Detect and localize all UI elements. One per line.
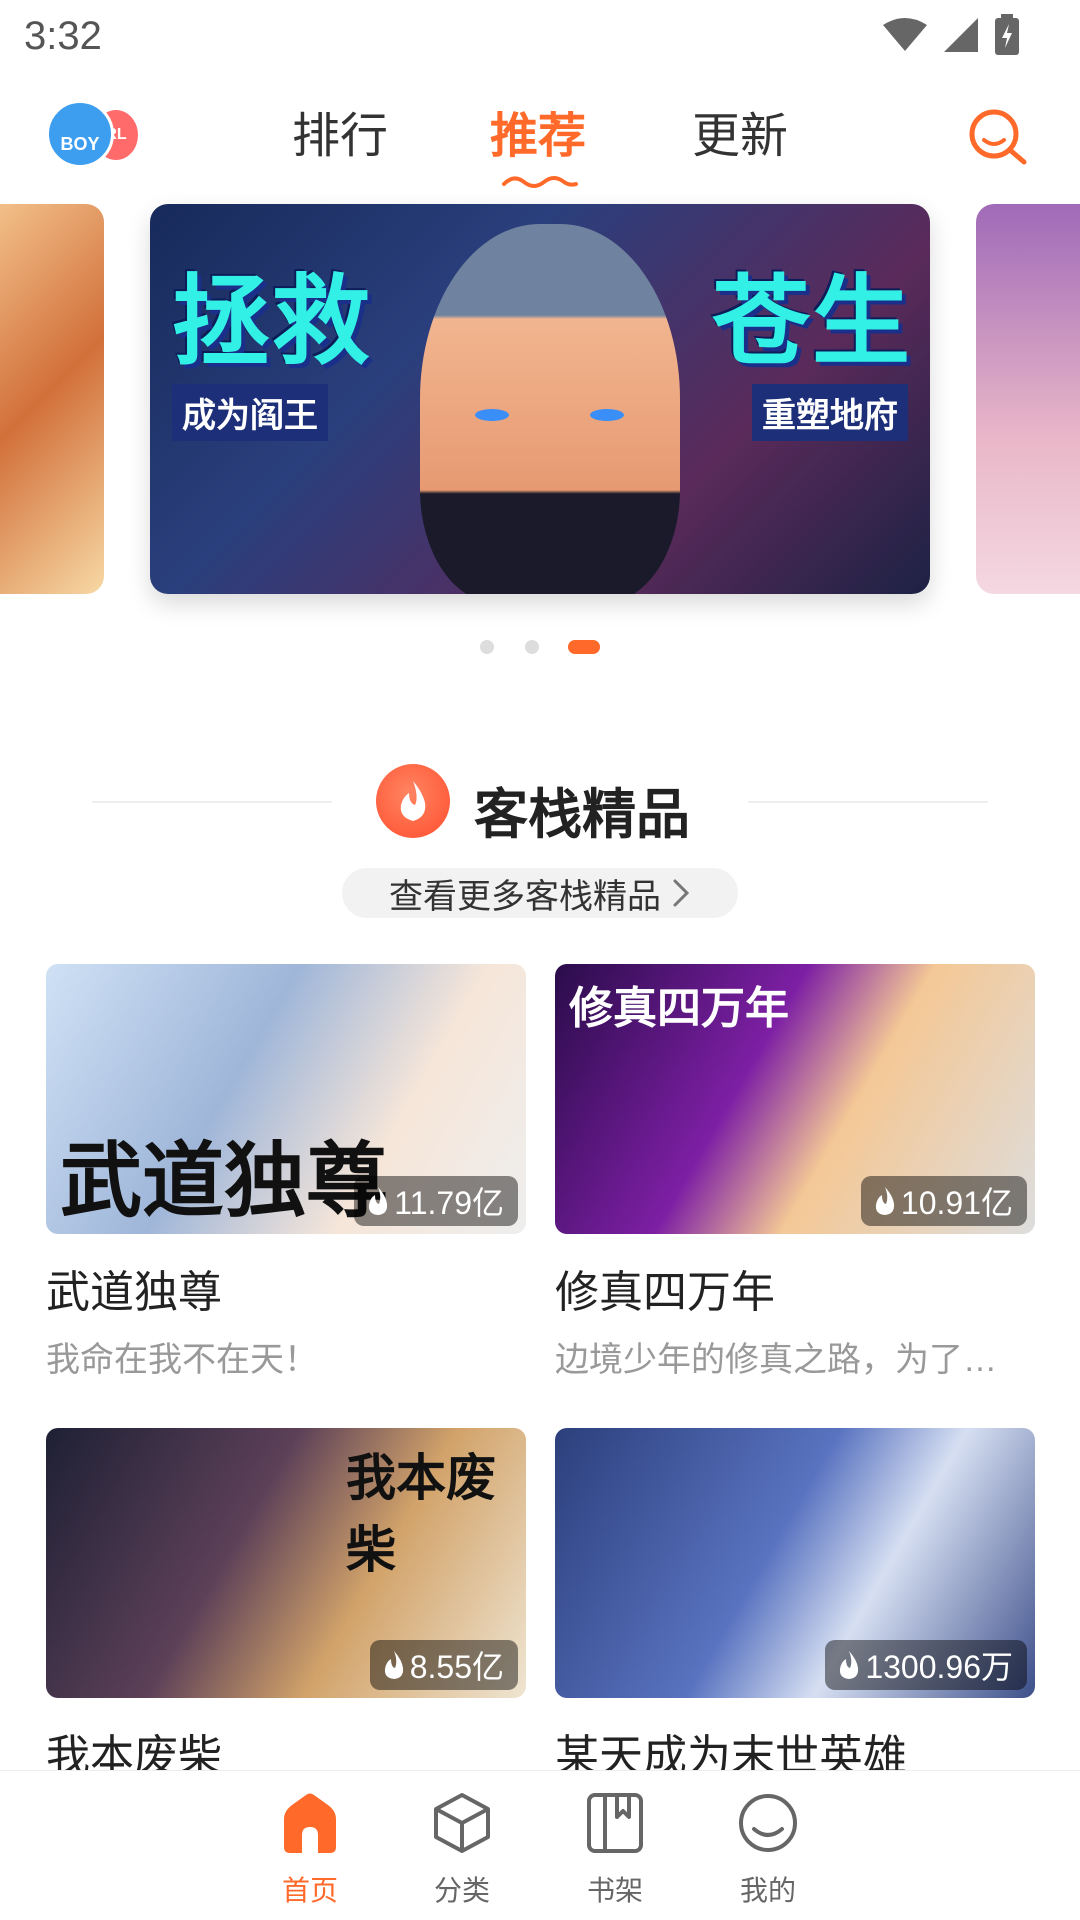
popularity-value: 8.55亿 [409,1649,504,1685]
popularity-value: 10.91亿 [900,1185,1013,1221]
banner-subtitle-right: 重塑地府 [752,384,908,441]
banner-title-left: 拯救 [172,266,373,376]
comic-card[interactable]: 我本废柴 8.55亿 我本废柴 [46,1428,526,1784]
nav-label-bookshelf: 书架 [586,1875,643,1906]
flame-icon [369,1187,388,1215]
comic-cover[interactable]: 我本废柴 8.55亿 [46,1428,526,1698]
popularity-value: 1300.96万 [865,1649,1013,1685]
top-header: RL BOY 排行 推荐 更新 [0,88,1080,198]
nav-label-category: 分类 [433,1875,490,1906]
view-more-button[interactable]: 查看更多客栈精品 [342,868,738,918]
cube-icon [434,1793,490,1853]
comic-cover[interactable]: 武道独尊 11.79亿 [46,964,526,1234]
flame-icon [875,1187,894,1215]
tab-update[interactable]: 更新 [692,96,788,166]
popularity-value: 11.79亿 [394,1185,504,1221]
top-tabs: 排行 推荐 更新 [0,88,1080,198]
status-bar: 3:32 [0,0,1080,74]
comic-description: 边境少年的修真之路，为了… [555,1341,997,1379]
bottom-navigation: 首页 分类 书架 我的 [0,1770,1080,1920]
comic-cover[interactable]: 修真四万年 10.91亿 [555,964,1035,1234]
nav-label-profile: 我的 [739,1875,796,1906]
status-icons [882,14,1020,56]
nav-label-home: 首页 [281,1875,338,1906]
banner-slide-current[interactable]: 拯救 苍生 成为阎王 重塑地府 [150,204,930,594]
home-icon [284,1793,336,1853]
banner-subtitle-left: 成为阎王 [172,384,328,441]
cover-title-art: 武道独尊 [60,1136,389,1227]
banner-slide-next[interactable] [976,204,1080,594]
flame-icon [840,1651,859,1679]
popularity-badge: 10.91亿 [860,1176,1027,1226]
active-tab-indicator [502,176,578,188]
popularity-badge: 1300.96万 [825,1640,1027,1690]
cover-title-art: 修真四万年 [569,984,789,1033]
chevron-right-icon [673,879,690,907]
comic-cover[interactable]: 1300.96万 [555,1428,1035,1698]
banner-eye-left [475,409,509,421]
tab-recommend[interactable]: 推荐 [490,96,586,166]
banner-character-art [420,224,680,594]
popularity-badge: 11.79亿 [354,1176,518,1226]
section-divider-left [92,801,332,803]
bookshelf-icon [587,1793,643,1853]
tab-ranking[interactable]: 排行 [292,96,388,166]
nav-item-profile[interactable]: 我的 [708,1791,828,1911]
banner-title-right: 苍生 [711,266,912,376]
banner-carousel[interactable]: 拯救 苍生 成为阎王 重塑地府 [0,204,1080,594]
nav-item-bookshelf[interactable]: 书架 [555,1791,675,1911]
section-header: 客栈精品 [0,756,1080,846]
cellular-signal-icon [944,18,978,52]
carousel-pagination [0,640,1080,656]
nav-item-home[interactable]: 首页 [250,1791,370,1911]
battery-charging-icon [995,14,1019,55]
section-title: 客栈精品 [474,785,690,845]
status-time: 3:32 [24,14,102,58]
nav-item-category[interactable]: 分类 [402,1791,522,1911]
banner-eye-right [590,409,624,421]
search-icon[interactable] [966,106,1030,170]
wifi-icon [883,18,927,51]
cover-title-art: 我本废柴 [346,1450,496,1578]
comic-card[interactable]: 1300.96万 某天成为末世英雄 [555,1428,1035,1784]
flame-badge-icon [376,764,450,838]
section-divider-right [748,801,988,803]
popularity-badge: 8.55亿 [369,1640,518,1690]
comic-title[interactable]: 武道独尊 [46,1256,526,1320]
view-more-label: 查看更多客栈精品 [389,877,661,916]
comic-title[interactable]: 修真四万年 [555,1256,1035,1320]
flame-icon [384,1651,403,1679]
comic-description: 我命在我不在天！ [46,1341,318,1379]
pagination-dot-active[interactable] [568,640,600,654]
pagination-dot[interactable] [480,640,494,654]
smile-icon [739,1794,797,1852]
pagination-dot[interactable] [525,640,539,654]
comic-card[interactable]: 武道独尊 11.79亿 武道独尊 我命在我不在天！ [46,964,526,1381]
comic-card[interactable]: 修真四万年 10.91亿 修真四万年 边境少年的修真之路，为了… [555,964,1035,1381]
banner-slide-previous[interactable] [0,204,104,594]
